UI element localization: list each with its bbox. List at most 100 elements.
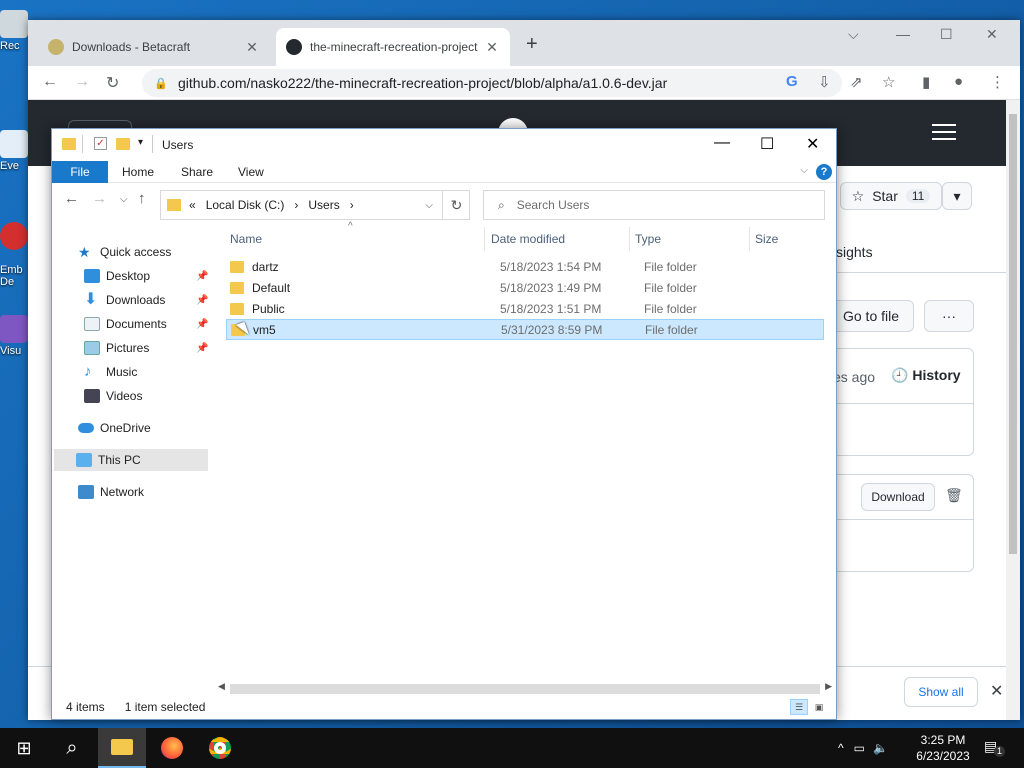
forward-arrow-icon[interactable]: → <box>74 73 90 91</box>
file-row-vm5[interactable]: vm5 5/31/2023 8:59 PM File folder <box>226 319 824 340</box>
new-tab-button[interactable]: + <box>526 33 538 56</box>
close-tab-icon[interactable]: ✕ <box>484 39 500 56</box>
trash-icon[interactable]: 🗑 <box>945 487 963 504</box>
go-to-file-button[interactable]: Go to file <box>828 300 914 332</box>
breadcrumb-separator[interactable]: › <box>350 198 354 212</box>
scrollbar-thumb[interactable] <box>230 684 820 694</box>
page-scrollbar[interactable] <box>1006 100 1020 720</box>
nav-pictures[interactable]: Pictures 📌 <box>84 337 208 359</box>
desktop-icon-recycle-bin[interactable]: Rec <box>0 10 30 52</box>
address-dropdown-icon[interactable]: ⌵ <box>425 200 433 211</box>
expand-ribbon-icon[interactable]: ⌵ <box>800 165 808 176</box>
scroll-right-icon[interactable]: ▶ <box>825 681 832 692</box>
desktop-icon-emb[interactable]: Emb De <box>0 210 30 288</box>
taskbar-search-button[interactable]: ⌕ <box>48 728 96 768</box>
column-date-modified[interactable]: Date modified <box>491 227 565 251</box>
scroll-left-icon[interactable]: ◀ <box>218 681 225 692</box>
recent-locations-icon[interactable]: ⌵ <box>120 194 128 205</box>
new-folder-icon[interactable] <box>116 138 130 150</box>
close-tab-icon[interactable]: ✕ <box>244 39 260 56</box>
download-button[interactable]: Download <box>861 483 935 511</box>
start-button[interactable]: ⊞ <box>0 728 48 768</box>
notifications-icon[interactable]: ▤ 1 <box>984 738 1005 758</box>
file-row-dartz[interactable]: dartz 5/18/2023 1:54 PM File folder <box>226 256 824 277</box>
nav-desktop[interactable]: Desktop 📌 <box>84 265 208 287</box>
large-icons-view-icon[interactable]: ▣ <box>810 699 828 715</box>
taskbar-clock[interactable]: 3:25 PM 6/23/2023 <box>908 732 978 764</box>
star-dropdown-button[interactable]: ▾ <box>942 182 972 210</box>
back-arrow-icon[interactable]: ← <box>64 190 79 207</box>
address-bar[interactable]: 🔒 github.com/nasko222/the-minecraft-recr… <box>142 69 842 97</box>
address-bar[interactable]: « Local Disk (C:) › Users › ⌵ <box>160 190 470 220</box>
maximize-icon[interactable]: ☐ <box>940 26 953 43</box>
column-separator[interactable] <box>749 227 750 251</box>
tab-view[interactable]: View <box>224 161 278 183</box>
profile-avatar-icon[interactable]: ● <box>954 73 963 90</box>
column-name[interactable]: Name <box>230 227 262 251</box>
nav-downloads[interactable]: ⬇ Downloads 📌 <box>84 289 208 311</box>
details-view-icon[interactable]: ☰ <box>790 699 808 715</box>
network-icon[interactable]: ▭ <box>854 741 865 755</box>
close-window-icon[interactable]: ✕ <box>806 134 819 154</box>
file-row-default[interactable]: Default 5/18/2023 1:49 PM File folder <box>226 277 824 298</box>
quick-access-dropdown-icon[interactable]: ▾ <box>138 137 143 148</box>
taskbar-file-explorer[interactable] <box>98 728 146 768</box>
side-panel-icon[interactable]: ▮ <box>922 73 930 91</box>
tab-home[interactable]: Home <box>108 161 168 183</box>
share-icon[interactable]: ⇗ <box>850 73 863 91</box>
insights-tab[interactable]: sights <box>836 244 873 260</box>
show-all-button[interactable]: Show all <box>904 677 978 707</box>
column-type[interactable]: Type <box>635 227 661 251</box>
hamburger-menu-icon[interactable] <box>932 124 956 145</box>
menu-kebab-icon[interactable]: ⋮ <box>990 73 1005 91</box>
refresh-icon[interactable]: ↻ <box>442 190 470 220</box>
chevron-up-icon[interactable]: ^ <box>838 741 844 755</box>
tab-betacraft[interactable]: Downloads - Betacraft ✕ <box>38 28 270 66</box>
nav-this-pc[interactable]: This PC <box>54 449 208 471</box>
star-button[interactable]: ☆ Star 11 <box>840 182 942 210</box>
desktop-icon-visual-studio[interactable]: Visu <box>0 315 30 357</box>
volume-icon[interactable]: 🔈 <box>873 741 888 755</box>
tab-share[interactable]: Share <box>167 161 227 183</box>
horizontal-scrollbar[interactable]: ◀ ▶ <box>216 681 834 695</box>
close-shelf-icon[interactable]: ✕ <box>990 681 1003 701</box>
forward-arrow-icon[interactable]: → <box>92 190 107 207</box>
nav-music[interactable]: ♪ Music <box>84 361 137 383</box>
column-separator[interactable] <box>629 227 630 251</box>
minimize-icon[interactable]: — <box>896 26 910 42</box>
taskbar-chrome[interactable] <box>196 728 244 768</box>
google-icon[interactable]: G <box>786 73 798 90</box>
nav-network[interactable]: Network <box>78 481 144 503</box>
minimize-icon[interactable]: — <box>714 134 730 152</box>
install-icon[interactable]: ⇩ <box>818 73 831 91</box>
tab-file[interactable]: File <box>52 161 108 183</box>
bookmark-star-icon[interactable]: ☆ <box>882 73 895 91</box>
scrollbar-thumb[interactable] <box>1009 114 1017 554</box>
nav-documents[interactable]: Documents 📌 <box>84 313 208 335</box>
back-arrow-icon[interactable]: ← <box>42 73 58 91</box>
nav-videos[interactable]: Videos <box>84 385 142 407</box>
help-icon[interactable]: ? <box>816 164 832 180</box>
history-link[interactable]: 🕘 History <box>891 367 961 384</box>
column-separator[interactable] <box>484 227 485 251</box>
up-arrow-icon[interactable]: ↑ <box>138 190 146 207</box>
breadcrumb-separator[interactable]: › <box>294 198 298 212</box>
breadcrumb-users[interactable]: Users <box>308 198 339 212</box>
properties-check-icon[interactable]: ✓ <box>94 137 107 150</box>
search-input[interactable]: ⌕ Search Users <box>483 190 825 220</box>
tab-search-chevron-icon[interactable]: ⌵ <box>848 26 859 43</box>
nav-onedrive[interactable]: OneDrive <box>78 417 151 439</box>
breadcrumb-local-disk[interactable]: Local Disk (C:) <box>206 198 285 212</box>
column-size[interactable]: Size <box>755 227 778 251</box>
breadcrumb-overflow[interactable]: « <box>189 198 196 212</box>
file-row-public[interactable]: Public 5/18/2023 1:51 PM File folder <box>226 298 824 319</box>
nav-quick-access[interactable]: ★ Quick access <box>78 241 171 263</box>
app-shortcut-icon <box>0 130 28 158</box>
more-options-button[interactable]: ··· <box>924 300 974 332</box>
close-window-icon[interactable]: ✕ <box>986 26 998 43</box>
tab-github[interactable]: the-minecraft-recreation-project ✕ <box>276 28 510 66</box>
desktop-icon-eve[interactable]: Eve <box>0 130 30 172</box>
taskbar-firefox[interactable] <box>148 728 196 768</box>
maximize-icon[interactable]: ☐ <box>760 134 774 154</box>
reload-icon[interactable]: ↻ <box>106 73 119 93</box>
